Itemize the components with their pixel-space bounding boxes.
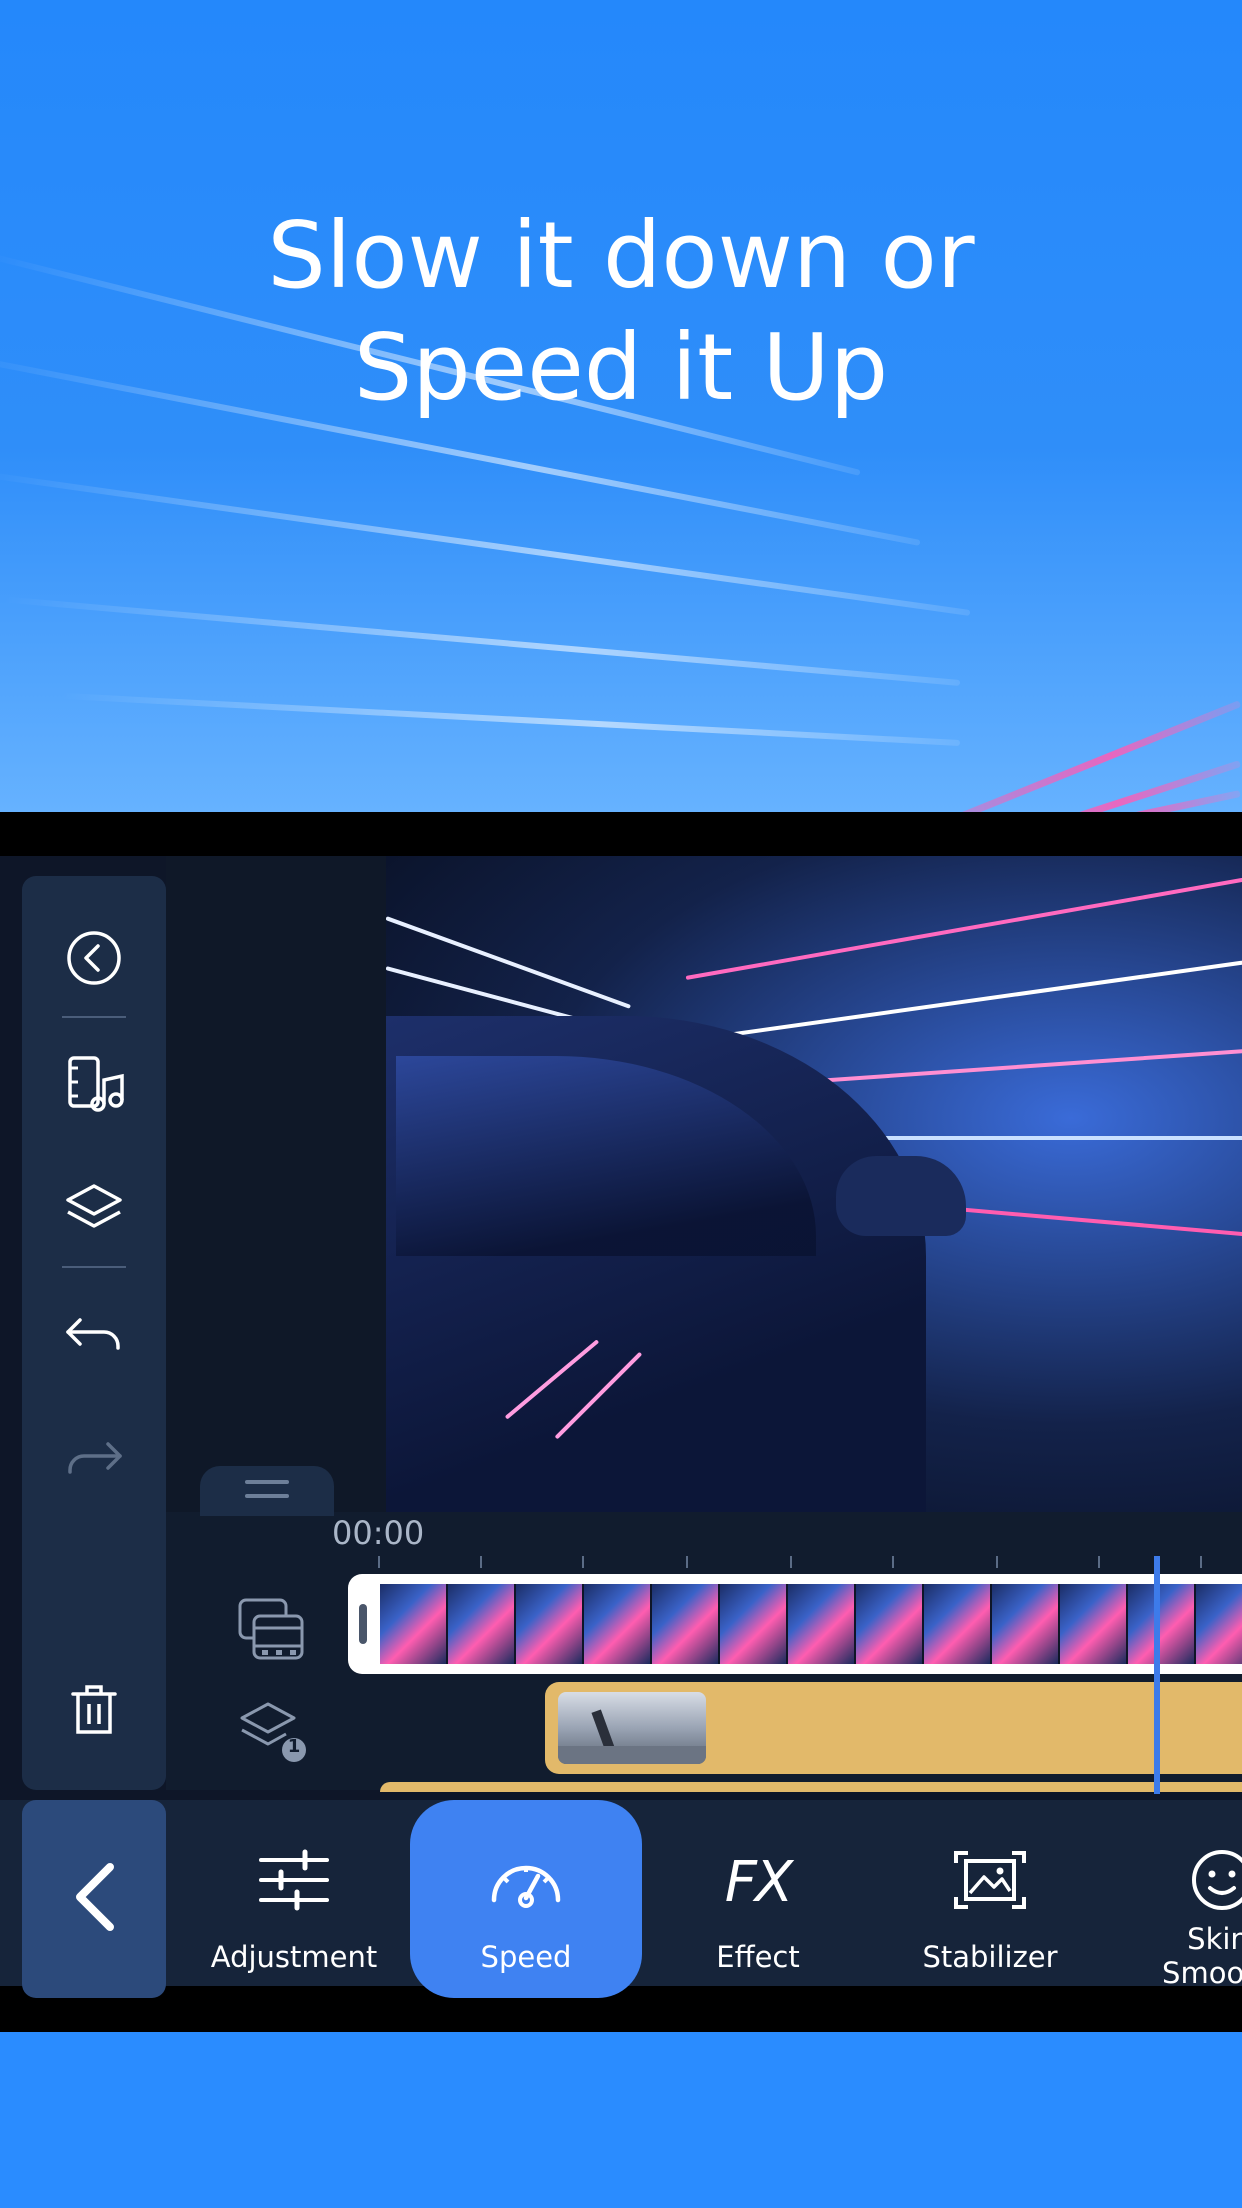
- headline-line-1: Slow it down or: [267, 202, 975, 309]
- headline-line-2: Speed it Up: [353, 314, 889, 421]
- effect-label: Effect: [716, 1940, 800, 1974]
- delete-button[interactable]: [22, 1664, 166, 1760]
- adjustment-tool[interactable]: Adjustment: [178, 1800, 410, 1998]
- ruler-tick: [790, 1556, 792, 1568]
- sliders-icon: [257, 1848, 331, 1916]
- back-circle-icon: [66, 930, 122, 990]
- layers-icon: [64, 1180, 124, 1240]
- fx-icon: FX: [724, 1849, 794, 1915]
- left-sidebar: [22, 876, 166, 1790]
- timeline-expand-handle[interactable]: [200, 1466, 334, 1516]
- ruler-tick: [892, 1556, 894, 1568]
- ruler-tick: [1098, 1556, 1100, 1568]
- speedometer-icon: [486, 1848, 566, 1916]
- smile-face-icon: [1190, 1848, 1242, 1916]
- speed-tool[interactable]: Speed: [410, 1800, 642, 1998]
- ruler-tick: [686, 1556, 688, 1568]
- layer-count-badge: 1: [287, 1736, 301, 1757]
- undo-button[interactable]: [22, 1288, 166, 1384]
- speed-label: Speed: [480, 1940, 572, 1974]
- video-thumbnails: [380, 1584, 1242, 1664]
- clip-trim-handle[interactable]: [359, 1604, 367, 1644]
- stabilizer-icon: [952, 1847, 1028, 1917]
- skin-label-line2: Smooth: [1162, 1956, 1242, 1990]
- media-music-icon: [64, 1054, 124, 1118]
- toolbar-back-button[interactable]: [22, 1800, 166, 1998]
- adjustment-label: Adjustment: [210, 1940, 378, 1974]
- layer-track-icon: [238, 1700, 310, 1770]
- redo-button[interactable]: [22, 1412, 166, 1508]
- timeline-time-label: 00:00: [332, 1514, 425, 1552]
- playhead[interactable]: [1154, 1556, 1160, 1794]
- editor-screen: 00:00 1 Adjustment Speed FX Effect Stabi…: [0, 856, 1242, 1998]
- effect-tool[interactable]: FX Effect: [642, 1800, 874, 1998]
- audio-track-clip[interactable]: [380, 1782, 1242, 1792]
- undo-icon: [64, 1314, 124, 1358]
- media-button[interactable]: [22, 1038, 166, 1134]
- skin-label-line1: Skin: [1187, 1922, 1242, 1956]
- back-circle-button[interactable]: [22, 912, 166, 1008]
- stabilizer-tool[interactable]: Stabilizer: [874, 1800, 1106, 1998]
- sidebar-divider: [62, 1266, 126, 1268]
- chevron-left-icon: [70, 1861, 118, 1937]
- ruler-tick: [480, 1556, 482, 1568]
- ruler-tick: [378, 1556, 380, 1568]
- video-track-icon: [236, 1596, 306, 1666]
- preview-margin: [166, 856, 386, 1512]
- sidebar-divider: [62, 1016, 126, 1018]
- ruler-tick: [996, 1556, 998, 1568]
- layer-clip-thumbnail: [558, 1692, 706, 1764]
- video-preview: [386, 856, 1242, 1512]
- car-mirror-shape: [836, 1156, 966, 1236]
- promo-headline: Slow it down or Speed it Up: [0, 200, 1242, 424]
- ruler-tick: [582, 1556, 584, 1568]
- layers-button[interactable]: [22, 1162, 166, 1258]
- bottom-toolbar: Adjustment Speed FX Effect Stabilizer Sk…: [0, 1800, 1242, 1998]
- redo-icon: [64, 1438, 124, 1482]
- skin-smooth-tool[interactable]: Skin Smooth: [1106, 1800, 1242, 1998]
- promo-bottom-band: [0, 2032, 1242, 2208]
- device-frame: 00:00 1 Adjustment Speed FX Effect Stabi…: [0, 812, 1242, 2032]
- stabilizer-label: Stabilizer: [922, 1940, 1058, 1974]
- trash-icon: [69, 1682, 119, 1742]
- ruler-tick: [1200, 1556, 1202, 1568]
